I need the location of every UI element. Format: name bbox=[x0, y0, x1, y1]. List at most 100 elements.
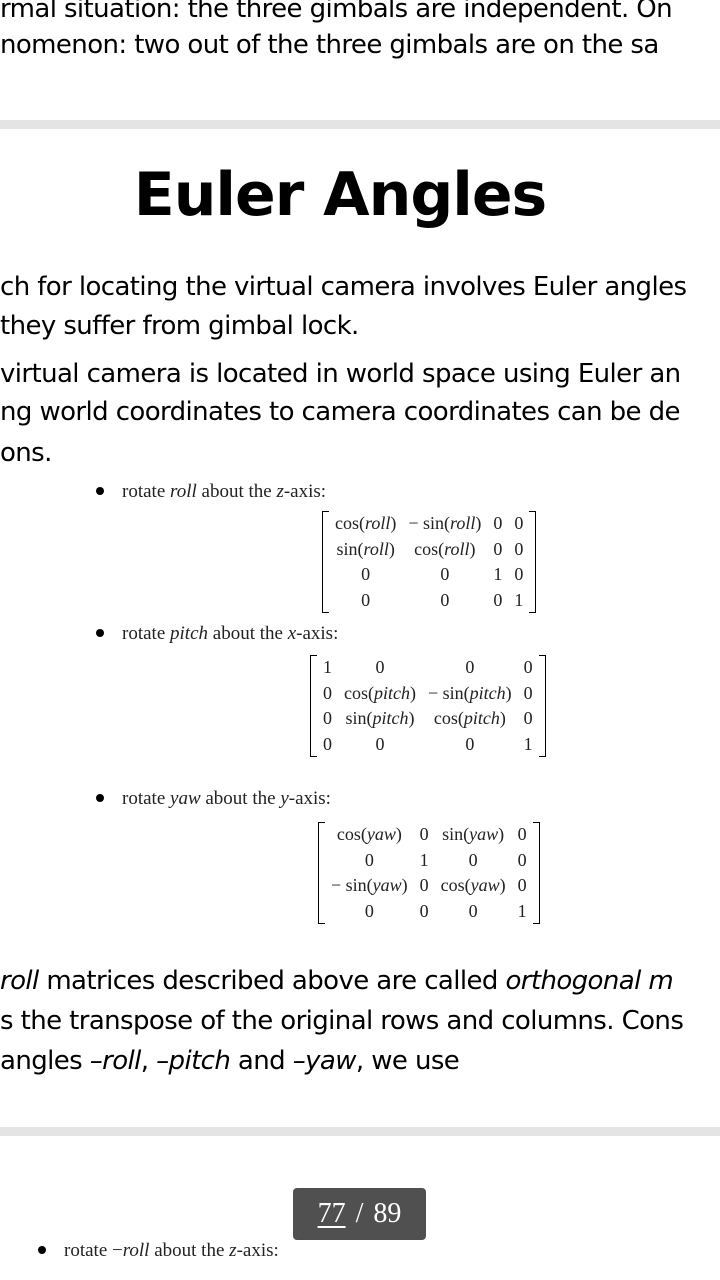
bullet-text: rotate − bbox=[64, 1240, 123, 1261]
matrix-cell: 0 bbox=[468, 900, 478, 921]
bullet-icon bbox=[38, 1245, 46, 1254]
page-separator bbox=[0, 1127, 720, 1136]
matrix-cell: cos(roll) bbox=[414, 538, 476, 559]
matrix-cell: 0 bbox=[514, 538, 524, 559]
total-pages: 89 bbox=[373, 1198, 402, 1229]
text-line: virtual camera is located in world space… bbox=[0, 359, 681, 389]
matrix-cell: 0 bbox=[323, 708, 332, 728]
bullet-text: about the bbox=[208, 623, 288, 644]
bullet-icon bbox=[96, 486, 104, 495]
bullet-text: rotate bbox=[122, 481, 171, 502]
matrix-cell: 0 bbox=[517, 824, 527, 844]
text-line: s the transpose of the original rows and… bbox=[0, 1006, 684, 1036]
text-line: rmal situation: the three gimbals are in… bbox=[0, 0, 673, 24]
matrix-cell: cos(yaw) bbox=[336, 824, 402, 844]
bullet-text: -axis: bbox=[236, 1240, 279, 1261]
text-italic: orthogonal m bbox=[505, 966, 674, 996]
matrix-cell: 0 bbox=[323, 733, 332, 754]
matrix-cell: 1 bbox=[419, 849, 429, 870]
page-separator-slash: / bbox=[355, 1198, 364, 1229]
bullet-text: -axis: bbox=[288, 788, 331, 809]
text-italic: –yaw bbox=[292, 1046, 357, 1076]
matrix-cell: 0 bbox=[493, 589, 503, 610]
matrix-cell: 0 bbox=[364, 900, 374, 921]
matrix-cell: 0 bbox=[523, 708, 533, 728]
matrix-cell: − sin(pitch) bbox=[428, 682, 512, 703]
text-line: nomenon: two out of the three gimbals ar… bbox=[0, 30, 659, 60]
text: , bbox=[140, 1046, 157, 1076]
matrix-cell: 0 bbox=[375, 733, 385, 754]
bullet-var: roll bbox=[122, 1240, 150, 1261]
matrix-cell: 0 bbox=[468, 849, 478, 870]
text-line: ch for locating the virtual camera invol… bbox=[0, 272, 687, 302]
matrix-cell: 0 bbox=[440, 564, 450, 584]
matrix-cell: 0 bbox=[523, 657, 533, 677]
text-line: angles –roll, –pitch and –yaw, we use bbox=[0, 1046, 460, 1076]
bullet-axis: x bbox=[287, 623, 297, 644]
matrix-cell: 1 bbox=[493, 564, 503, 584]
bullet-text: rotate bbox=[122, 788, 171, 809]
matrix-cell: 0 bbox=[419, 900, 429, 921]
bullet-text: about the bbox=[200, 788, 281, 809]
bullet-text: -axis: bbox=[283, 481, 327, 502]
matrix-cell: 0 bbox=[419, 824, 429, 844]
matrix-cell: 0 bbox=[440, 589, 450, 610]
bullet-text: about the bbox=[196, 481, 277, 502]
matrix-cell: 0 bbox=[493, 538, 503, 559]
matrix-cell: sin(roll) bbox=[336, 538, 395, 559]
matrix-cell: 0 bbox=[364, 849, 374, 870]
matrix-cell: cos(roll) bbox=[335, 513, 397, 533]
text: , we use bbox=[355, 1046, 460, 1076]
matrix-cell: 0 bbox=[361, 589, 371, 610]
bullet-axis: y bbox=[280, 788, 289, 809]
matrix-cell: 0 bbox=[493, 513, 503, 533]
matrix-cell: 0 bbox=[523, 682, 533, 703]
bullet-neg-roll: rotate −roll about the z-axis: bbox=[38, 1240, 279, 1262]
matrix-cell: sin(pitch) bbox=[345, 708, 415, 728]
text-italic: roll bbox=[0, 966, 39, 996]
matrix-cell: 0 bbox=[323, 682, 332, 703]
matrix-cell: 1 bbox=[514, 589, 524, 610]
matrix-cell: sin(yaw) bbox=[442, 824, 505, 844]
bullet-icon bbox=[96, 628, 104, 637]
text: and bbox=[230, 1046, 293, 1076]
text: angles bbox=[0, 1046, 90, 1076]
bullet-var: pitch bbox=[170, 623, 209, 644]
bullet-axis: z bbox=[276, 481, 284, 502]
matrix-cell: cos(pitch) bbox=[344, 682, 416, 703]
page-separator bbox=[0, 120, 720, 129]
matrix-cell: 0 bbox=[517, 875, 527, 895]
matrix-cell: 0 bbox=[465, 733, 475, 754]
matrix-cell: 0 bbox=[465, 657, 475, 677]
roll-matrix: cos(roll) − sin(roll) 0 0 sin(roll) cos(roll)… bbox=[322, 511, 537, 613]
page-title: Euler Angles bbox=[133, 160, 548, 230]
bullet-pitch: rotate pitch about the x-axis: bbox=[96, 623, 338, 645]
bullet-axis: z bbox=[229, 1240, 237, 1261]
matrix-cell: 1 bbox=[517, 900, 527, 921]
bullet-icon bbox=[96, 793, 104, 802]
bullet-yaw: rotate yaw about the y-axis: bbox=[96, 788, 331, 810]
text-line: they suffer from gimbal lock. bbox=[0, 311, 359, 341]
page-indicator[interactable]: 77 / 89 bbox=[293, 1188, 426, 1240]
matrix-cell: 1 bbox=[523, 733, 533, 754]
matrix-cell: 0 bbox=[361, 564, 371, 584]
bullet-var: yaw bbox=[170, 788, 201, 809]
pitch-matrix: 1 0 0 0 0 cos(pitch) − sin(pitch) 0 0 sin(pitch) c… bbox=[310, 655, 546, 757]
matrix-cell: 0 bbox=[419, 875, 429, 895]
text: matrices described above are called bbox=[38, 966, 506, 996]
matrix-cell: 1 bbox=[323, 657, 332, 677]
bullet-text: -axis: bbox=[296, 623, 339, 644]
matrix-cell: 0 bbox=[375, 657, 385, 677]
matrix-cell: cos(yaw) bbox=[440, 875, 506, 895]
current-page[interactable]: 77 bbox=[318, 1198, 346, 1230]
matrix-cell: cos(pitch) bbox=[433, 708, 506, 728]
matrix-cell: 0 bbox=[517, 849, 527, 870]
text-line: ons. bbox=[0, 438, 52, 468]
bullet-var: roll bbox=[170, 481, 197, 502]
matrix-cell: − sin(roll) bbox=[408, 513, 482, 533]
matrix-cell: 0 bbox=[514, 513, 524, 533]
text-line: ng world coordinates to camera coordinat… bbox=[0, 397, 681, 427]
bullet-text: rotate bbox=[122, 623, 171, 644]
text-line: roll matrices described above are called… bbox=[0, 966, 674, 996]
text-italic: –roll bbox=[89, 1046, 142, 1076]
